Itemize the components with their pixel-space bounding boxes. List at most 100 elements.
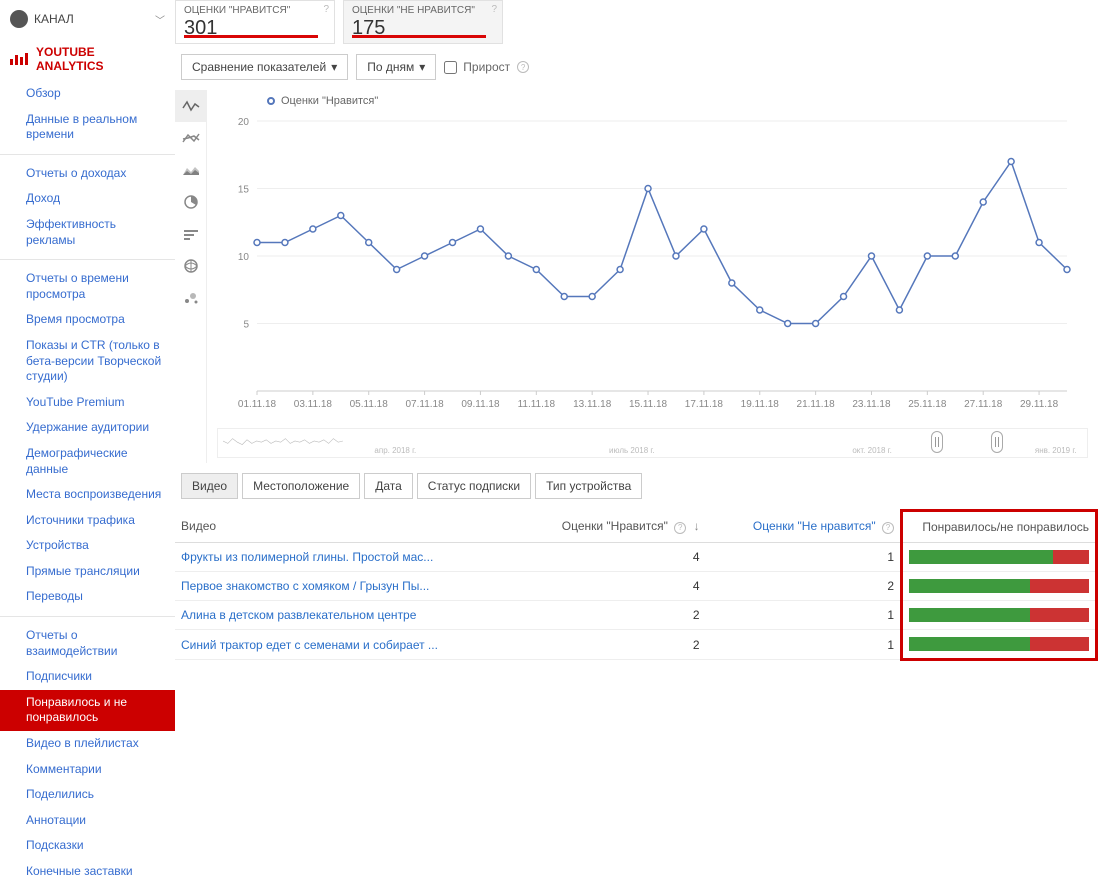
caret-down-icon: ▾ xyxy=(331,60,337,74)
sidebar-item[interactable]: Демографические данные xyxy=(0,441,175,482)
card-dislikes[interactable]: ? ОЦЕНКИ "НЕ НРАВИТСЯ" 175 xyxy=(343,0,503,44)
likes-cell: 4 xyxy=(516,543,706,572)
caret-down-icon: ▾ xyxy=(419,60,425,74)
table-row: Синий трактор едет с семенами и собирает… xyxy=(175,630,1097,660)
sidebar-item[interactable]: Время просмотра xyxy=(0,307,175,333)
minimap-label: янв. 2019 г. xyxy=(1035,446,1077,455)
sidebar-item[interactable]: Комментарии xyxy=(0,757,175,783)
col-ratio-label: Понравилось/не понравилось xyxy=(922,520,1089,534)
bar-chart-icon[interactable] xyxy=(175,218,206,250)
tab[interactable]: Дата xyxy=(364,473,413,499)
col-dislikes[interactable]: Оценки "Не нравится" ? xyxy=(706,511,902,543)
svg-text:15.11.18: 15.11.18 xyxy=(629,399,668,410)
tab[interactable]: Тип устройства xyxy=(535,473,642,499)
sidebar-item[interactable]: Данные в реальном времени xyxy=(0,107,175,148)
sidebar-item[interactable]: Прямые трансляции xyxy=(0,559,175,585)
ratio-bar xyxy=(909,608,1089,622)
sidebar-item[interactable]: Переводы xyxy=(0,584,175,610)
tab[interactable]: Местоположение xyxy=(242,473,360,499)
svg-text:05.11.18: 05.11.18 xyxy=(350,399,389,410)
likes-line-chart: 510152001.11.1803.11.1805.11.1807.11.180… xyxy=(217,111,1077,421)
video-link[interactable]: Алина в детском развлекательном центре xyxy=(181,608,416,622)
help-icon[interactable]: ? xyxy=(674,522,686,534)
map-chart-icon[interactable] xyxy=(175,250,206,282)
compare-label: Сравнение показателей xyxy=(192,60,326,74)
sidebar-item[interactable]: Показы и CTR (только в бета-версии Творч… xyxy=(0,333,175,390)
svg-text:23.11.18: 23.11.18 xyxy=(852,399,891,410)
chevron-down-icon: ﹀ xyxy=(155,12,165,27)
col-likes[interactable]: Оценки "Нравится" ? ↓ xyxy=(516,511,706,543)
table-row: Фрукты из полимерной глины. Простой мас.… xyxy=(175,543,1097,572)
growth-checkbox[interactable] xyxy=(444,61,457,74)
sidebar-item[interactable]: Устройства xyxy=(0,533,175,559)
underline xyxy=(352,35,486,38)
range-handle-start[interactable] xyxy=(931,431,943,453)
likes-cell: 4 xyxy=(516,572,706,601)
line-chart-icon[interactable] xyxy=(175,90,206,122)
analytics-label: YOUTUBE ANALYTICS xyxy=(36,45,165,73)
svg-text:11.11.18: 11.11.18 xyxy=(518,399,556,410)
sidebar: КАНАЛ ﹀ YOUTUBE ANALYTICS ОбзорДанные в … xyxy=(0,0,175,890)
sidebar-item[interactable]: Места воспроизведения xyxy=(0,482,175,508)
sidebar-item[interactable]: Аннотации xyxy=(0,808,175,834)
sidebar-item[interactable]: Понравилось и не понравилось xyxy=(0,690,175,731)
col-dislikes-label: Оценки "Не нравится" xyxy=(753,519,876,533)
help-icon[interactable]: ? xyxy=(491,4,497,15)
sidebar-item[interactable]: Видео в плейлистах xyxy=(0,731,175,757)
sidebar-item[interactable]: Источники трафика xyxy=(0,508,175,534)
main-content: ? ОЦЕНКИ "НРАВИТСЯ" 301 ? ОЦЕНКИ "НЕ НРА… xyxy=(175,0,1103,890)
help-icon[interactable]: ? xyxy=(517,61,529,73)
sidebar-item[interactable]: Эффективность рекламы xyxy=(0,212,175,253)
sidebar-item[interactable]: Поделились xyxy=(0,782,175,808)
sidebar-item[interactable]: Отчеты о доходах xyxy=(0,161,175,187)
dislikes-cell: 2 xyxy=(706,572,902,601)
svg-text:25.11.18: 25.11.18 xyxy=(908,399,947,410)
sidebar-item[interactable]: Обзор xyxy=(0,81,175,107)
dislikes-cell: 1 xyxy=(706,630,902,660)
minimap-label: июль 2018 г. xyxy=(609,446,655,455)
analytics-bars-icon xyxy=(10,53,28,65)
channel-selector[interactable]: КАНАЛ ﹀ xyxy=(0,5,175,33)
likes-cell: 2 xyxy=(516,630,706,660)
sidebar-item[interactable]: Удержание аудитории xyxy=(0,415,175,441)
video-link[interactable]: Первое знакомство с хомяком / Грызун Пы.… xyxy=(181,579,429,593)
svg-text:20: 20 xyxy=(238,117,250,128)
timeline-minimap[interactable]: апр. 2018 г.июль 2018 г.окт. 2018 г.янв.… xyxy=(217,428,1088,458)
sidebar-item[interactable]: Конечные заставки xyxy=(0,859,175,885)
chart-type-toolbar xyxy=(175,90,207,463)
sidebar-item[interactable]: Доход xyxy=(0,186,175,212)
col-video[interactable]: Видео xyxy=(175,511,516,543)
stacked-area-chart-icon[interactable] xyxy=(175,154,206,186)
sidebar-item[interactable]: Отчеты о времени просмотра xyxy=(0,266,175,307)
svg-text:09.11.18: 09.11.18 xyxy=(461,399,500,410)
tab[interactable]: Видео xyxy=(181,473,238,499)
dislikes-cell: 1 xyxy=(706,543,902,572)
help-icon[interactable]: ? xyxy=(323,4,329,15)
minimap-label: апр. 2018 г. xyxy=(374,446,416,455)
svg-text:03.11.18: 03.11.18 xyxy=(294,399,333,410)
tab[interactable]: Статус подписки xyxy=(417,473,531,499)
multi-line-chart-icon[interactable] xyxy=(175,122,206,154)
card-likes[interactable]: ? ОЦЕНКИ "НРАВИТСЯ" 301 xyxy=(175,0,335,44)
granularity-button[interactable]: По дням▾ xyxy=(356,54,436,80)
bubble-chart-icon[interactable] xyxy=(175,282,206,314)
compare-metrics-button[interactable]: Сравнение показателей ▾ xyxy=(181,54,348,80)
svg-text:07.11.18: 07.11.18 xyxy=(405,399,444,410)
svg-text:27.11.18: 27.11.18 xyxy=(964,399,1003,410)
pie-chart-icon[interactable] xyxy=(175,186,206,218)
svg-text:29.11.18: 29.11.18 xyxy=(1020,399,1059,410)
card-dislikes-label: ОЦЕНКИ "НЕ НРАВИТСЯ" xyxy=(352,5,494,16)
range-handle-end[interactable] xyxy=(991,431,1003,453)
video-link[interactable]: Фрукты из полимерной глины. Простой мас.… xyxy=(181,550,433,564)
col-ratio[interactable]: Понравилось/не понравилось xyxy=(902,511,1097,543)
help-icon[interactable]: ? xyxy=(882,522,894,534)
video-link[interactable]: Синий трактор едет с семенами и собирает… xyxy=(181,638,438,652)
svg-text:10: 10 xyxy=(238,252,250,263)
growth-toggle[interactable]: Прирост ? xyxy=(444,60,529,74)
svg-text:01.11.18: 01.11.18 xyxy=(238,399,277,410)
sidebar-item[interactable]: Подсказки xyxy=(0,833,175,859)
sidebar-item[interactable]: YouTube Premium xyxy=(0,390,175,416)
sidebar-item[interactable]: Подписчики xyxy=(0,664,175,690)
card-likes-label: ОЦЕНКИ "НРАВИТСЯ" xyxy=(184,5,326,16)
sidebar-item[interactable]: Отчеты о взаимодействии xyxy=(0,623,175,664)
